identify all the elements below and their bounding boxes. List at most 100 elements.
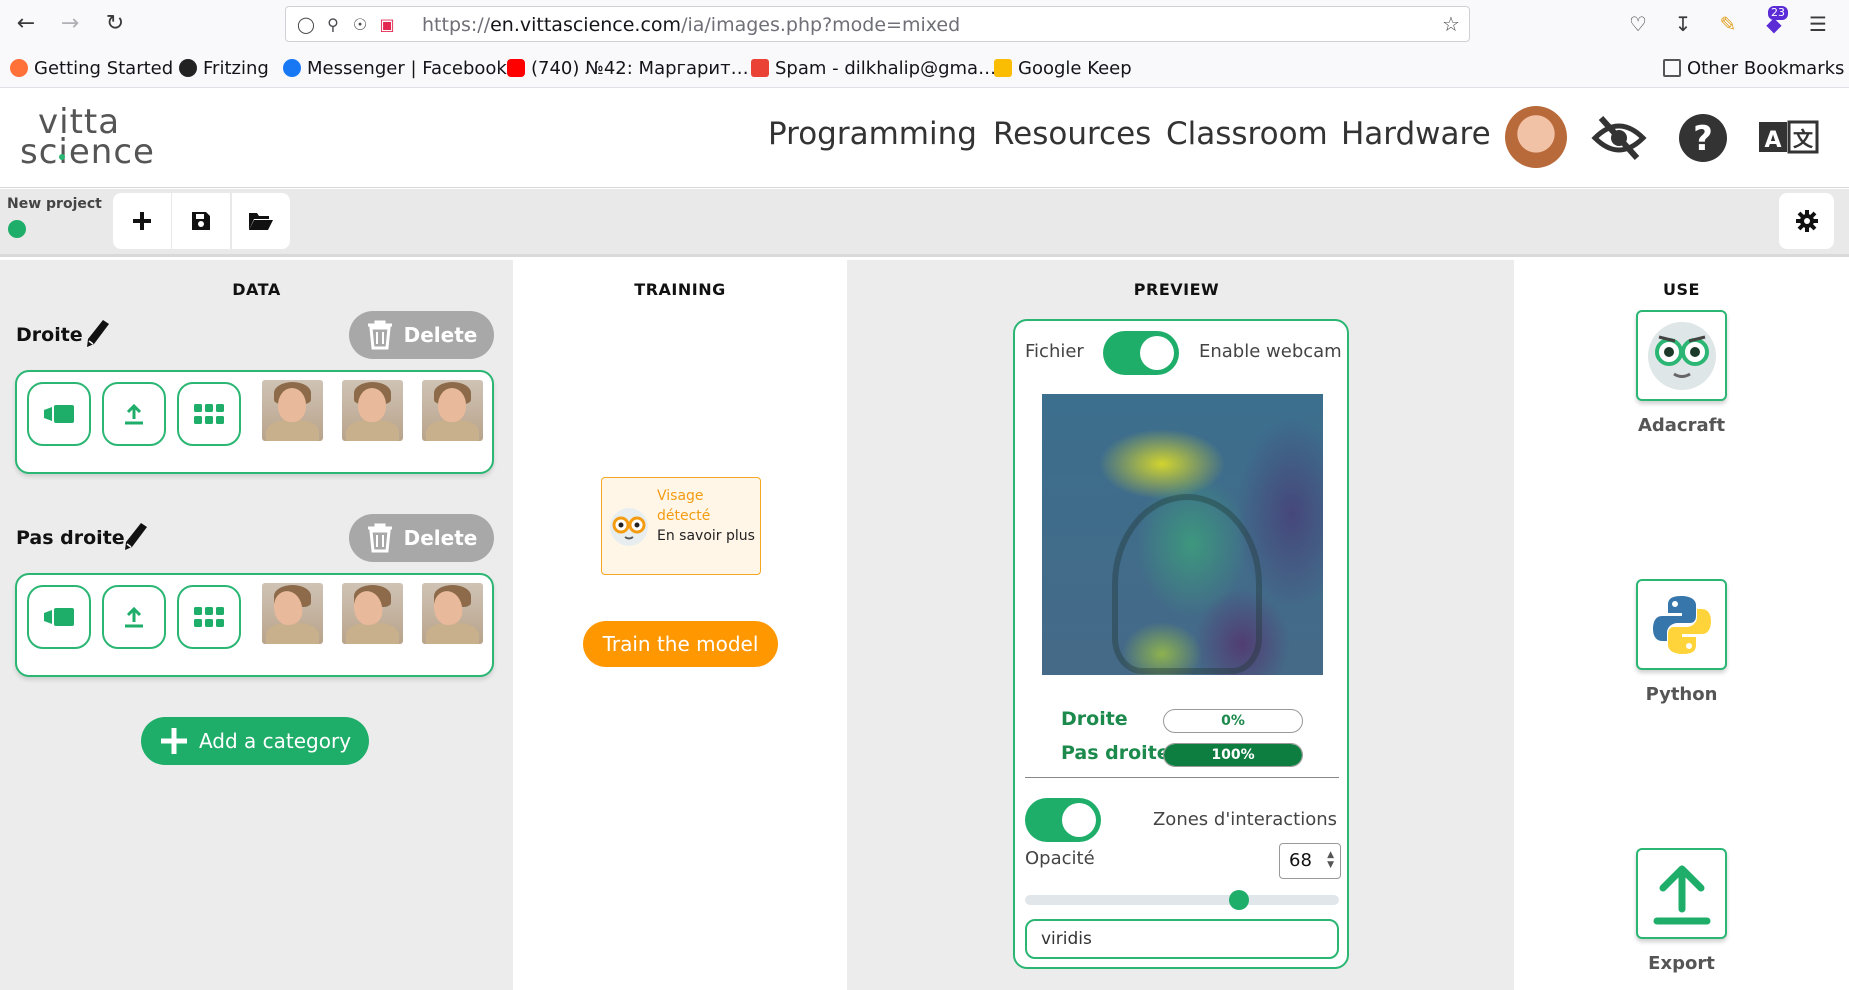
bookmark-getting-started[interactable]: Getting Started [10,56,173,80]
save-project-button[interactable] [172,193,230,249]
vittascience-logo[interactable]: vitta science [20,102,160,174]
reload-icon[interactable]: ↻ [101,10,129,38]
help-icon[interactable]: ? [1675,110,1731,166]
upload-icon [125,403,143,425]
preview-title: PREVIEW [1133,280,1220,299]
zones-toggle[interactable] [1025,798,1101,842]
project-status-dot [8,220,26,238]
extension-icon[interactable]: ✎ [1714,10,1742,38]
sample-image[interactable] [422,380,483,441]
extension-badge: 23 [1768,6,1788,20]
adacraft-mascot-icon [1647,321,1716,390]
project-name[interactable]: New project [7,196,102,212]
menu-hardware[interactable]: Hardware [1341,116,1491,152]
pencil-icon[interactable] [123,521,149,551]
avatar[interactable] [1505,106,1567,168]
permissions-icon[interactable]: ☉ [350,15,370,35]
svg-text:A: A [1764,128,1781,153]
use-title: USE [1663,280,1700,299]
file-label: Fichier [1025,341,1084,362]
facebook-icon [283,59,301,77]
robot-mascot-icon [610,508,648,546]
delete-category-button[interactable]: Delete [349,311,494,359]
prediction-bar: 0% [1163,709,1303,733]
colormap-select[interactable]: viridis [1025,919,1339,959]
svg-text:文: 文 [1793,127,1814,151]
zones-label: Zones d'interactions [1152,809,1337,830]
grid-icon [194,607,224,627]
delete-category-button[interactable]: Delete [349,514,494,562]
python-tile[interactable] [1636,579,1727,670]
sample-image[interactable] [342,583,403,644]
sample-image[interactable] [262,583,323,644]
github-icon [179,59,197,77]
downloads-icon[interactable]: ↧ [1669,10,1697,38]
train-model-button[interactable]: Train the model [583,621,778,667]
logo-dot [59,154,65,160]
category-card [15,573,494,677]
bookmarks-bar: Getting Started Fritzing Messenger | Fac… [0,48,1849,88]
lock-icon[interactable]: ⚲ [323,15,343,35]
keep-icon [994,59,1012,77]
opacity-label: Opacité [1025,848,1095,869]
export-label[interactable]: Export [1581,953,1782,974]
other-bookmarks[interactable]: Other Bookmarks [1663,56,1844,80]
add-category-button[interactable]: Add a category [141,717,369,765]
gear-icon [1795,210,1818,232]
sample-image[interactable] [262,380,323,441]
category-name[interactable]: Pas droite [16,527,125,549]
bookmark-star-icon[interactable]: ☆ [1441,14,1461,34]
camera-icon[interactable]: ▣ [377,15,397,35]
bookmark-gmail[interactable]: Spam - dilkhalip@gma… [751,56,996,80]
open-project-button[interactable] [232,193,290,249]
training-title: TRAINING [634,280,726,299]
opacity-number-input[interactable]: 68 ▲ ▼ [1279,843,1341,879]
sample-image[interactable] [342,380,403,441]
bookmark-messenger[interactable]: Messenger | Facebook [283,56,507,80]
translate-icon[interactable]: A 文 [1757,110,1819,166]
youtube-icon [507,59,525,77]
menu-classroom[interactable]: Classroom [1166,116,1328,152]
new-project-button[interactable] [113,193,171,249]
upload-image-button[interactable] [102,382,166,446]
settings-button[interactable] [1779,193,1834,249]
opacity-slider[interactable] [1025,890,1339,910]
menu-programming[interactable]: Programming [768,116,977,152]
shield-icon[interactable]: ◯ [296,15,316,35]
back-icon[interactable]: ← [12,10,40,38]
data-title: DATA [232,280,281,299]
webcam-toggle[interactable] [1103,331,1179,375]
webcam-capture-button[interactable] [27,585,91,649]
export-tile[interactable] [1636,848,1727,939]
site-header: vitta science Programming Resources Clas… [0,88,1849,188]
webcam-capture-button[interactable] [27,382,91,446]
gallery-button[interactable] [177,382,241,446]
url-text[interactable]: https://en.vittascience.com/ia/images.ph… [422,14,960,36]
adacraft-label[interactable]: Adacraft [1581,415,1782,436]
bookmark-youtube[interactable]: (740) №42: Маргарит… [507,56,749,80]
hide-eye-icon[interactable] [1591,110,1647,166]
folder-icon [1663,59,1681,77]
menu-icon[interactable]: ☰ [1804,10,1832,38]
pocket-icon[interactable]: ♡ [1624,10,1652,38]
category-name[interactable]: Droite [16,324,83,346]
use-column: USE Adacraft Python Export [1514,260,1849,990]
menu-resources[interactable]: Resources [993,116,1151,152]
data-column: DATA Droite Delete Pas droite Delete Add… [0,260,513,990]
sample-image[interactable] [422,583,483,644]
pencil-icon[interactable] [85,318,111,348]
bookmark-google-keep[interactable]: Google Keep [994,56,1132,80]
gallery-button[interactable] [177,585,241,649]
save-icon [192,212,210,230]
face-detected-card[interactable]: Visage détecté En savoir plus [601,477,761,575]
slider-handle[interactable] [1228,890,1249,910]
preview-heatmap-image [1042,394,1323,675]
upload-image-button[interactable] [102,585,166,649]
svg-text:?: ? [1693,119,1713,159]
bookmark-fritzing[interactable]: Fritzing [179,56,269,80]
spinner-icon[interactable]: ▲ ▼ [1327,850,1334,870]
url-bar[interactable]: ◯ ⚲ ☉ ▣ https://en.vittascience.com/ia/i… [285,6,1470,42]
forward-icon[interactable]: → [56,10,84,38]
adacraft-tile[interactable] [1636,310,1727,401]
python-label[interactable]: Python [1581,684,1782,705]
